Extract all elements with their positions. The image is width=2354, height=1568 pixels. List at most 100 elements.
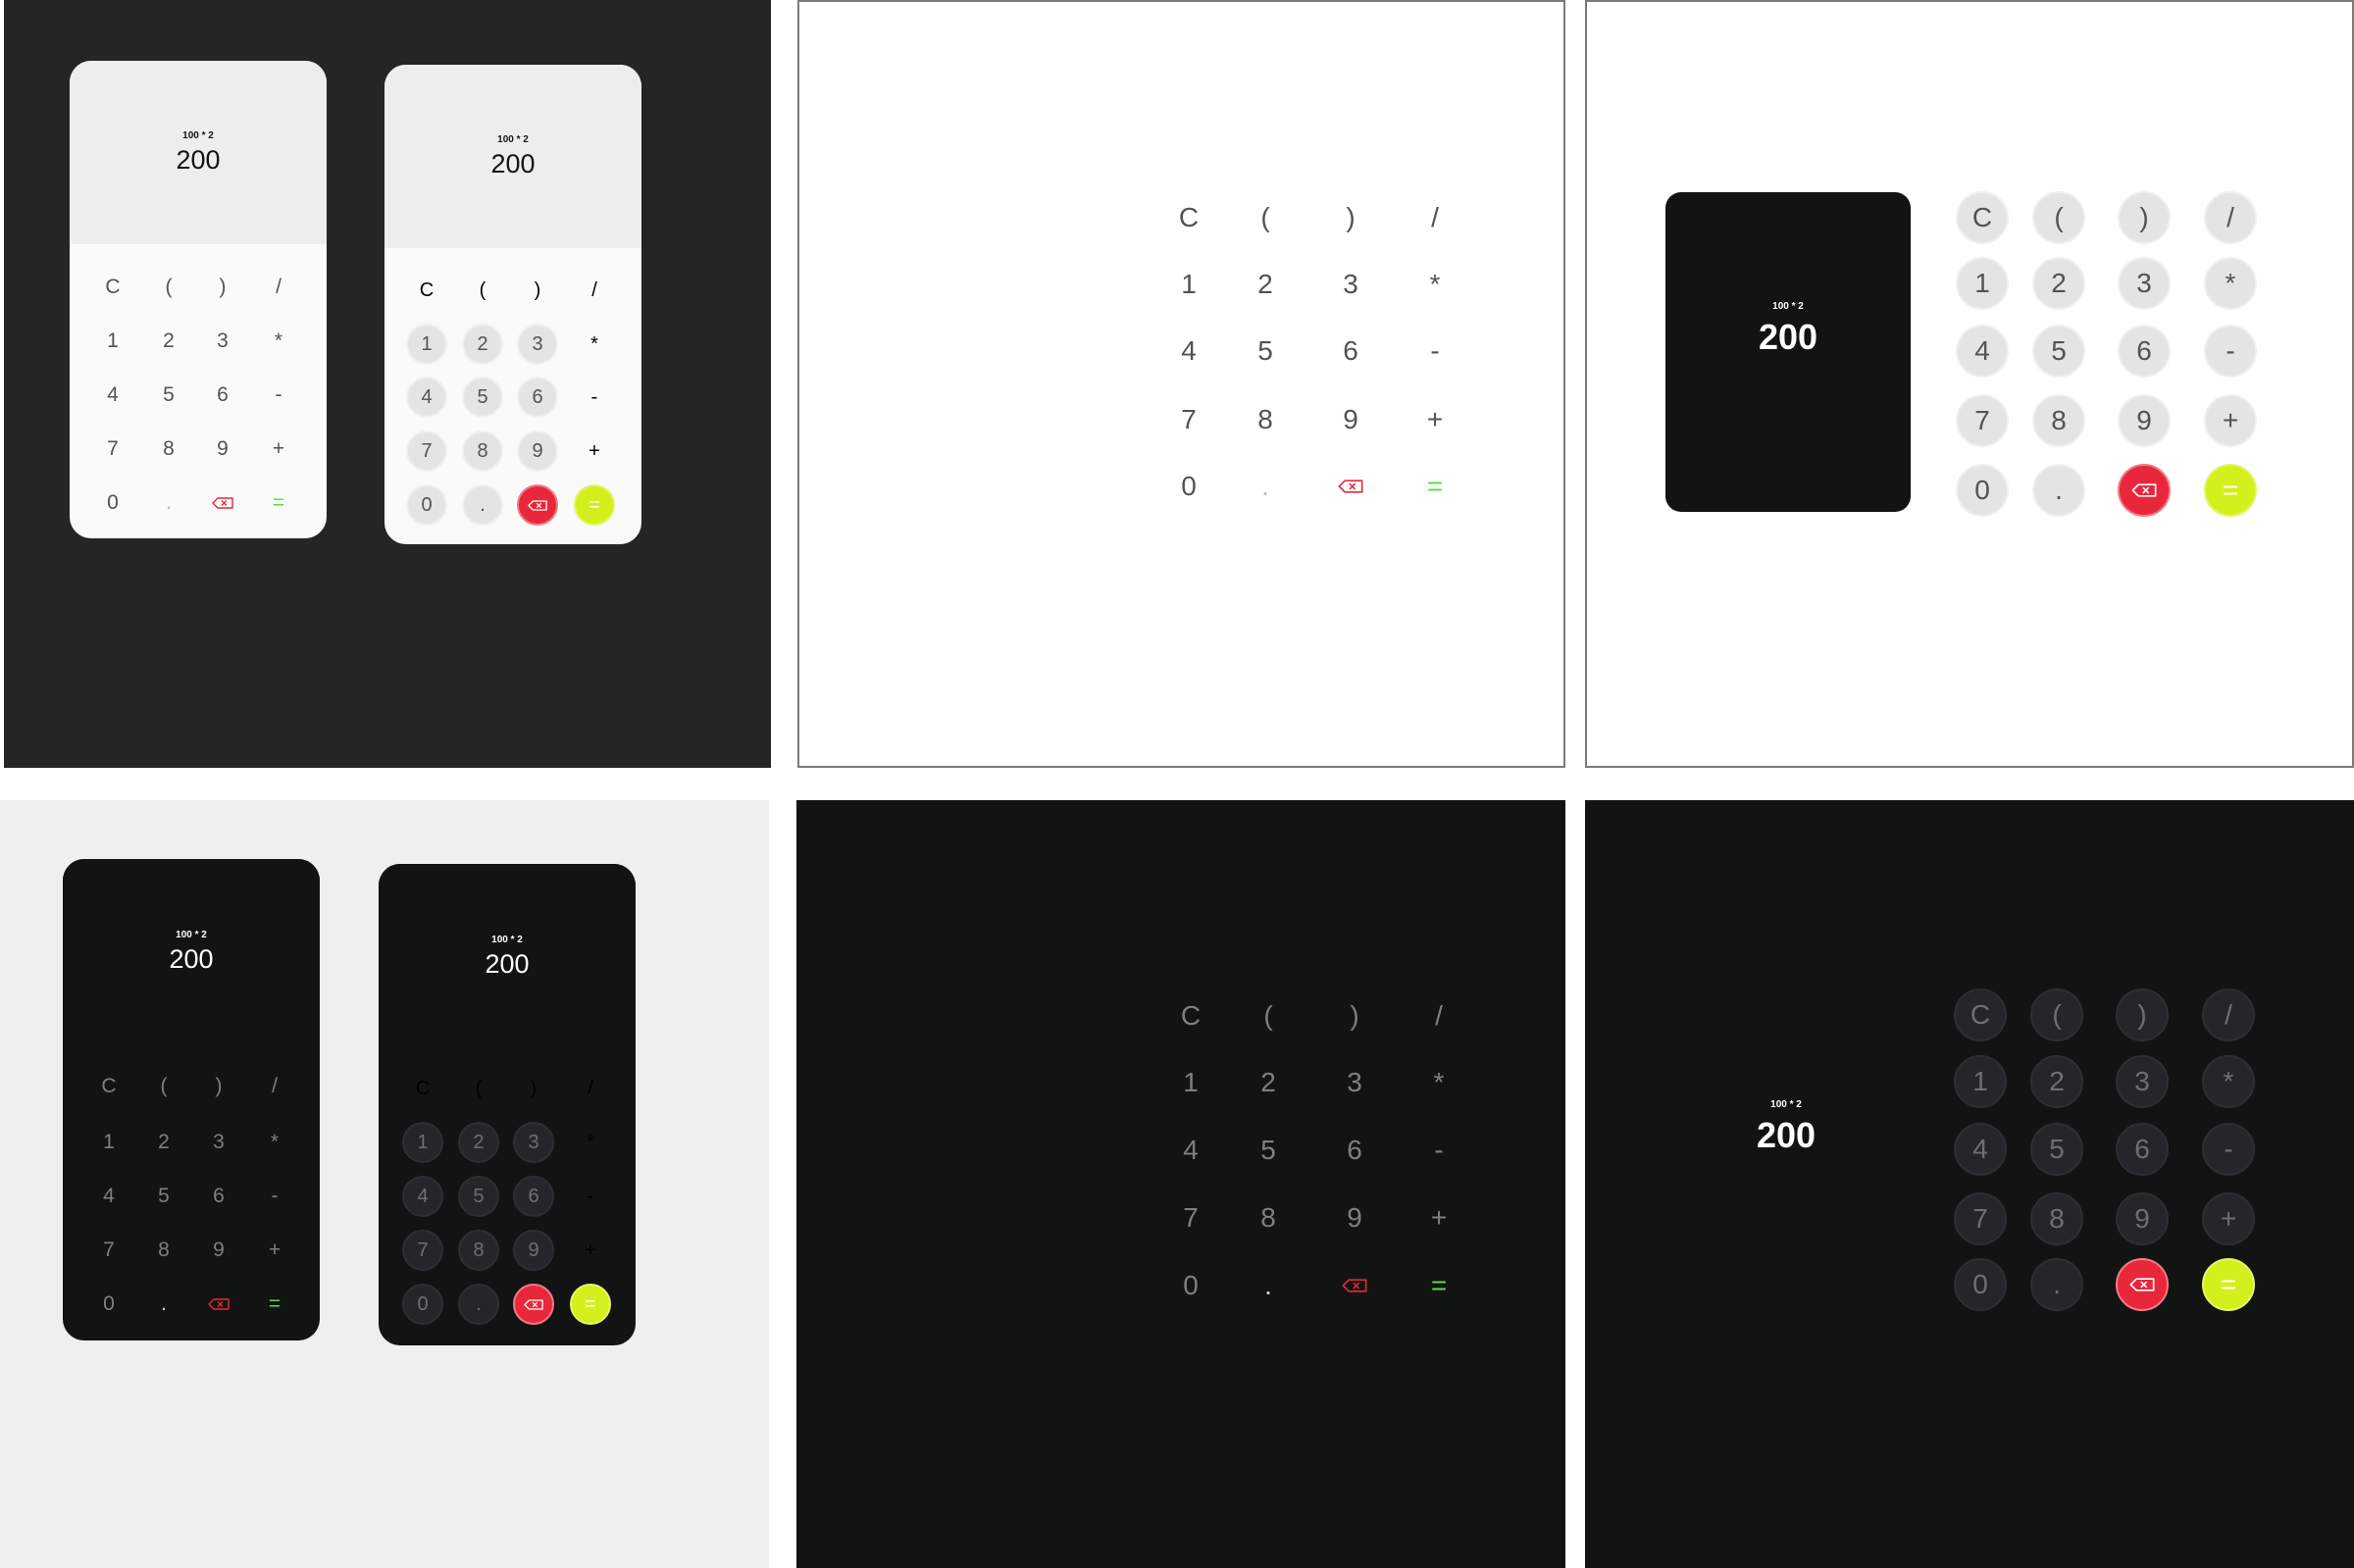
digit-9-button[interactable]: 9 [513,1230,554,1271]
digit-8-button[interactable]: 8 [462,430,503,472]
digit-2-button[interactable]: 2 [153,1131,175,1153]
digit-7-button[interactable]: 7 [102,437,124,460]
minus-button[interactable]: - [264,1185,285,1207]
digit-3-button[interactable]: 3 [208,1131,230,1153]
decimal-button[interactable]: . [458,1284,499,1325]
decimal-button[interactable]: . [158,491,179,514]
backspace-button[interactable] [212,492,233,514]
close-paren-button[interactable]: ) [212,276,233,298]
equals-button[interactable]: = [264,1292,285,1315]
minus-button[interactable]: - [2202,1123,2255,1176]
equals-button[interactable]: = [574,484,615,526]
digit-9-button[interactable]: 9 [1341,1202,1368,1233]
digit-7-button[interactable]: 7 [1177,1202,1204,1233]
divide-button[interactable]: / [570,1068,611,1109]
equals-button[interactable]: = [2202,1258,2255,1311]
plus-button[interactable]: + [1421,404,1449,434]
digit-8-button[interactable]: 8 [158,437,179,460]
divide-button[interactable]: / [2202,988,2255,1041]
clear-button[interactable]: C [1177,1000,1204,1031]
backspace-button[interactable] [208,1293,230,1315]
digit-8-button[interactable]: 8 [1252,404,1279,434]
open-paren-button[interactable]: ( [1252,202,1279,232]
plus-button[interactable]: + [570,1230,611,1271]
open-paren-button[interactable]: ( [158,276,179,298]
clear-button[interactable]: C [406,270,447,311]
digit-1-button[interactable]: 1 [1177,1067,1204,1097]
digit-2-button[interactable]: 2 [1252,269,1279,299]
multiply-button[interactable]: * [2202,1055,2255,1108]
digit-9-button[interactable]: 9 [2118,394,2171,447]
digit-6-button[interactable]: 6 [517,377,558,418]
clear-button[interactable]: C [102,276,124,298]
digit-9-button[interactable]: 9 [212,437,233,460]
digit-5-button[interactable]: 5 [1254,1135,1282,1165]
digit-7-button[interactable]: 7 [1175,404,1203,434]
clear-button[interactable]: C [402,1068,443,1109]
digit-9-button[interactable]: 9 [208,1239,230,1261]
minus-button[interactable]: - [574,377,615,418]
digit-1-button[interactable]: 1 [1954,1055,2007,1108]
backspace-button[interactable] [1337,473,1364,500]
digit-4-button[interactable]: 4 [1177,1135,1204,1165]
close-paren-button[interactable]: ) [517,270,558,311]
multiply-button[interactable]: * [1421,269,1449,299]
decimal-button[interactable]: . [462,484,503,526]
multiply-button[interactable]: * [574,324,615,365]
digit-8-button[interactable]: 8 [153,1239,175,1261]
digit-8-button[interactable]: 8 [2030,1192,2083,1245]
equals-button[interactable]: = [1425,1270,1453,1300]
digit-4-button[interactable]: 4 [102,383,124,406]
clear-button[interactable]: C [1954,988,2007,1041]
open-paren-button[interactable]: ( [458,1068,499,1109]
digit-4-button[interactable]: 4 [1956,325,2009,378]
digit-8-button[interactable]: 8 [2032,394,2085,447]
digit-5-button[interactable]: 5 [2030,1123,2083,1176]
close-paren-button[interactable]: ) [1337,202,1364,232]
digit-3-button[interactable]: 3 [1341,1067,1368,1097]
digit-0-button[interactable]: 0 [98,1292,120,1315]
open-paren-button[interactable]: ( [2032,191,2085,244]
digit-2-button[interactable]: 2 [458,1122,499,1163]
digit-5-button[interactable]: 5 [2032,325,2085,378]
digit-0-button[interactable]: 0 [1954,1258,2007,1311]
multiply-button[interactable]: * [268,329,289,352]
plus-button[interactable]: + [264,1239,285,1261]
digit-2-button[interactable]: 2 [2030,1055,2083,1108]
close-paren-button[interactable]: ) [208,1075,230,1097]
digit-4-button[interactable]: 4 [1175,335,1203,366]
open-paren-button[interactable]: ( [462,270,503,311]
backspace-button[interactable] [2118,464,2171,517]
digit-4-button[interactable]: 4 [98,1185,120,1207]
digit-1-button[interactable]: 1 [402,1122,443,1163]
digit-1-button[interactable]: 1 [98,1131,120,1153]
digit-0-button[interactable]: 0 [406,484,447,526]
digit-6-button[interactable]: 6 [2116,1123,2169,1176]
backspace-button[interactable] [517,484,558,526]
equals-button[interactable]: = [268,491,289,514]
digit-9-button[interactable]: 9 [2116,1192,2169,1245]
digit-2-button[interactable]: 2 [2032,257,2085,310]
digit-0-button[interactable]: 0 [102,491,124,514]
multiply-button[interactable]: * [264,1131,285,1153]
close-paren-button[interactable]: ) [2116,988,2169,1041]
digit-7-button[interactable]: 7 [402,1230,443,1271]
digit-5-button[interactable]: 5 [1252,335,1279,366]
plus-button[interactable]: + [2202,1192,2255,1245]
digit-6-button[interactable]: 6 [1337,335,1364,366]
close-paren-button[interactable]: ) [513,1068,554,1109]
digit-2-button[interactable]: 2 [158,329,179,352]
equals-button[interactable]: = [2204,464,2257,517]
digit-5-button[interactable]: 5 [462,377,503,418]
divide-button[interactable]: / [2204,191,2257,244]
digit-7-button[interactable]: 7 [1954,1192,2007,1245]
digit-1-button[interactable]: 1 [1956,257,2009,310]
digit-9-button[interactable]: 9 [517,430,558,472]
plus-button[interactable]: + [268,437,289,460]
digit-5-button[interactable]: 5 [458,1176,499,1217]
digit-4-button[interactable]: 4 [1954,1123,2007,1176]
digit-3-button[interactable]: 3 [517,324,558,365]
digit-4-button[interactable]: 4 [402,1176,443,1217]
digit-1-button[interactable]: 1 [102,329,124,352]
equals-button[interactable]: = [1421,471,1449,501]
